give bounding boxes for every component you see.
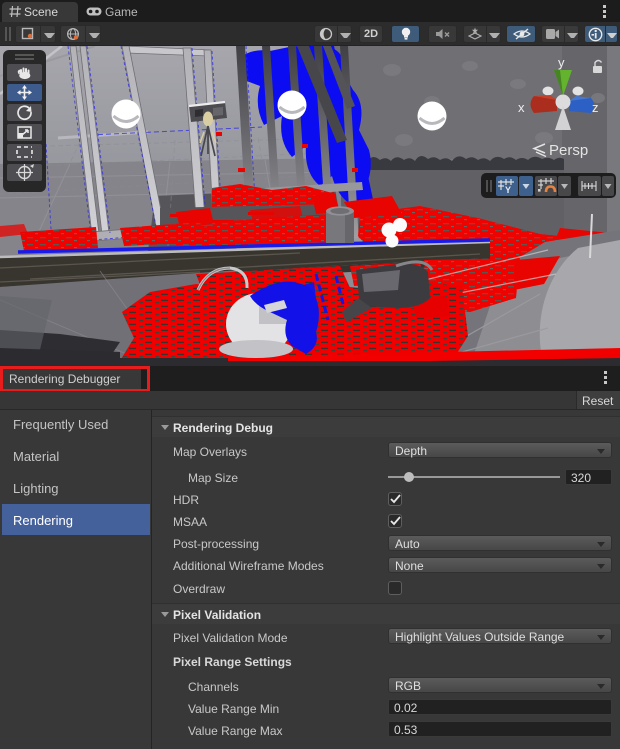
svg-text:Y: Y [505,185,511,195]
svg-text:y: y [558,55,565,70]
svg-text:Persp: Persp [549,142,588,159]
svg-text:z: z [592,100,599,115]
svg-text:x: x [518,100,525,115]
